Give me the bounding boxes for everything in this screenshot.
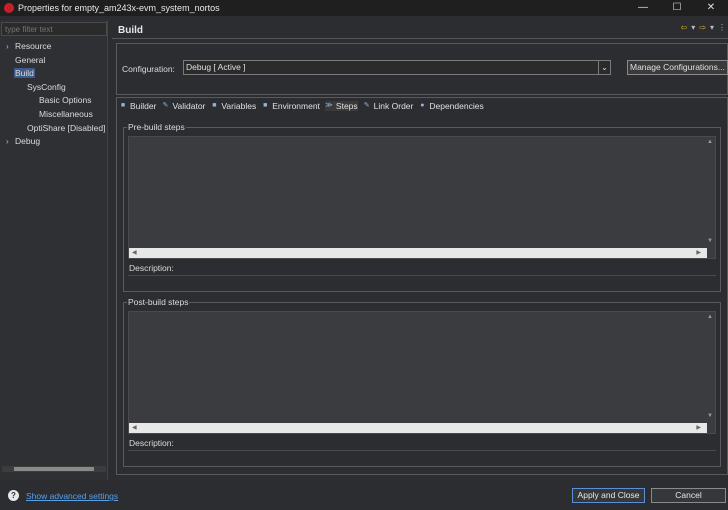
tab-label: Link Order	[373, 101, 414, 111]
vertical-scrollbar[interactable]: ▲ ▼	[705, 312, 715, 433]
sidebar-item-label: Resource	[15, 41, 52, 51]
properties-tree: › Resource General Build SysConfig Basic…	[0, 40, 108, 149]
sidebar-item-resource[interactable]: › Resource	[0, 40, 108, 54]
sidebar-item-sysconfig[interactable]: SysConfig	[0, 81, 108, 95]
tab-label: Builder	[130, 101, 157, 111]
forward-menu-icon[interactable]: ▾	[710, 23, 714, 32]
steps-icon: ≫	[325, 102, 333, 109]
build-tabs-panel: ■ Builder ✎ Validator ■ Variables ■ Envi…	[116, 97, 728, 475]
configuration-label: Configuration:	[122, 64, 175, 74]
scroll-right-icon[interactable]: ▶	[696, 249, 701, 256]
dependencies-icon: ●	[420, 102, 425, 109]
sidebar-item-label: Miscellaneous	[39, 108, 93, 119]
sidebar-item-miscellaneous[interactable]: Miscellaneous	[0, 108, 108, 122]
sidebar-item-label: SysConfig	[27, 81, 66, 92]
header-divider	[112, 38, 728, 39]
scroll-right-icon[interactable]: ▶	[696, 424, 701, 431]
tab-steps[interactable]: ≫ Steps	[324, 101, 358, 111]
pre-build-steps-group: Pre-build steps ▲ ▼ ◀ ▶ Description:	[123, 122, 721, 292]
configuration-value: Debug [ Active ]	[186, 62, 246, 72]
tab-label: Validator	[172, 101, 206, 111]
tab-dependencies[interactable]: ● Dependencies	[418, 101, 483, 111]
pre-build-description-label: Description:	[129, 263, 174, 273]
show-advanced-settings-link[interactable]: Show advanced settings	[26, 491, 118, 501]
variables-icon: ■	[212, 102, 217, 109]
pre-build-steps-label: Pre-build steps	[127, 122, 186, 132]
vertical-scrollbar[interactable]: ▲ ▼	[705, 137, 715, 258]
sidebar-item-label: General	[15, 54, 46, 65]
tab-validator[interactable]: ✎ Validator	[161, 101, 206, 111]
manage-configurations-button[interactable]: Manage Configurations...	[627, 60, 728, 75]
back-arrow-icon[interactable]: ⇦	[681, 23, 688, 32]
post-build-description-label: Description:	[129, 438, 174, 448]
tab-link-order[interactable]: ✎ Link Order	[363, 101, 414, 111]
page-title: Build	[118, 25, 143, 36]
post-build-steps-group: Post-build steps ▲ ▼ ◀ ▶ Description:	[123, 297, 721, 467]
builder-icon: ■	[120, 102, 126, 109]
tab-label: Dependencies	[429, 101, 484, 111]
post-build-steps-label: Post-build steps	[127, 297, 190, 307]
scroll-left-icon[interactable]: ◀	[132, 249, 137, 256]
configuration-section: Configuration: Debug [ Active ] ⌄ Manage…	[116, 43, 728, 95]
scroll-left-icon[interactable]: ◀	[132, 424, 137, 431]
sidebar-item-build[interactable]: Build	[0, 67, 108, 81]
sidebar-item-label: Build	[14, 68, 35, 79]
sidebar-item-label: Debug	[15, 136, 41, 147]
close-button[interactable]: ✕	[694, 0, 728, 16]
forward-arrow-icon[interactable]: ⇨	[699, 23, 706, 32]
dialog-footer: ? Show advanced settings Apply and Close…	[0, 482, 728, 510]
tab-label: Steps	[335, 101, 358, 111]
build-page: Build ⇦ ▾ ⇨ ▾ ⋮ Configuration: Debug [ A…	[112, 20, 728, 478]
window-controls: — ☐ ✕	[626, 0, 728, 16]
back-menu-icon[interactable]: ▾	[691, 23, 695, 32]
validator-icon: ✎	[162, 102, 169, 109]
scrollbar-thumb[interactable]	[14, 467, 94, 471]
pre-build-description-field[interactable]	[128, 275, 716, 276]
page-navigation: ⇦ ▾ ⇨ ▾ ⋮	[681, 23, 726, 32]
title-bar: Properties for empty_am243x-evm_system_n…	[0, 0, 728, 16]
cancel-button[interactable]: Cancel	[651, 488, 726, 503]
horizontal-scrollbar[interactable]: ◀ ▶	[129, 423, 707, 433]
environment-icon: ■	[263, 102, 268, 109]
horizontal-scrollbar[interactable]: ◀ ▶	[129, 248, 707, 258]
sidebar-item-basic-options[interactable]: Basic Options	[0, 94, 108, 108]
tab-environment[interactable]: ■ Environment	[261, 101, 320, 111]
tab-variables[interactable]: ■ Variables	[210, 101, 256, 111]
sidebar-item-label: OptiShare [Disabled]	[27, 122, 106, 133]
tab-bar: ■ Builder ✎ Validator ■ Variables ■ Envi…	[117, 98, 727, 114]
sidebar-horizontal-scrollbar[interactable]	[2, 466, 106, 472]
sidebar-item-optishare[interactable]: OptiShare [Disabled]	[0, 122, 108, 136]
filter-input[interactable]	[1, 22, 107, 36]
more-menu-icon[interactable]: ⋮	[718, 23, 726, 32]
pre-build-steps-textarea[interactable]: ▲ ▼ ◀ ▶	[128, 136, 716, 259]
properties-sidebar: › Resource General Build SysConfig Basic…	[0, 20, 108, 480]
scroll-up-icon[interactable]: ▲	[707, 139, 713, 145]
sidebar-item-general[interactable]: General	[0, 54, 108, 68]
sidebar-item-debug[interactable]: › Debug	[0, 135, 108, 149]
help-icon[interactable]: ?	[8, 490, 19, 501]
tab-label: Variables	[221, 101, 257, 111]
window-title: Properties for empty_am243x-evm_system_n…	[18, 3, 220, 13]
maximize-button[interactable]: ☐	[660, 0, 694, 16]
post-build-steps-textarea[interactable]: ▲ ▼ ◀ ▶	[128, 311, 716, 434]
scroll-up-icon[interactable]: ▲	[707, 314, 713, 320]
scroll-down-icon[interactable]: ▼	[707, 238, 713, 244]
chevron-right-icon[interactable]: ›	[6, 135, 9, 149]
post-build-description-field[interactable]	[128, 450, 716, 451]
link-order-icon: ✎	[363, 102, 370, 109]
minimize-button[interactable]: —	[626, 0, 660, 16]
scroll-down-icon[interactable]: ▼	[707, 413, 713, 419]
chevron-down-icon[interactable]: ⌄	[598, 61, 610, 74]
chevron-right-icon[interactable]: ›	[6, 40, 9, 54]
apply-and-close-button[interactable]: Apply and Close	[572, 488, 645, 503]
configuration-select[interactable]: Debug [ Active ] ⌄	[183, 60, 611, 75]
app-icon	[4, 3, 14, 13]
tab-builder[interactable]: ■ Builder	[119, 101, 157, 111]
tab-label: Environment	[272, 101, 320, 111]
sidebar-item-label: Basic Options	[39, 95, 92, 106]
